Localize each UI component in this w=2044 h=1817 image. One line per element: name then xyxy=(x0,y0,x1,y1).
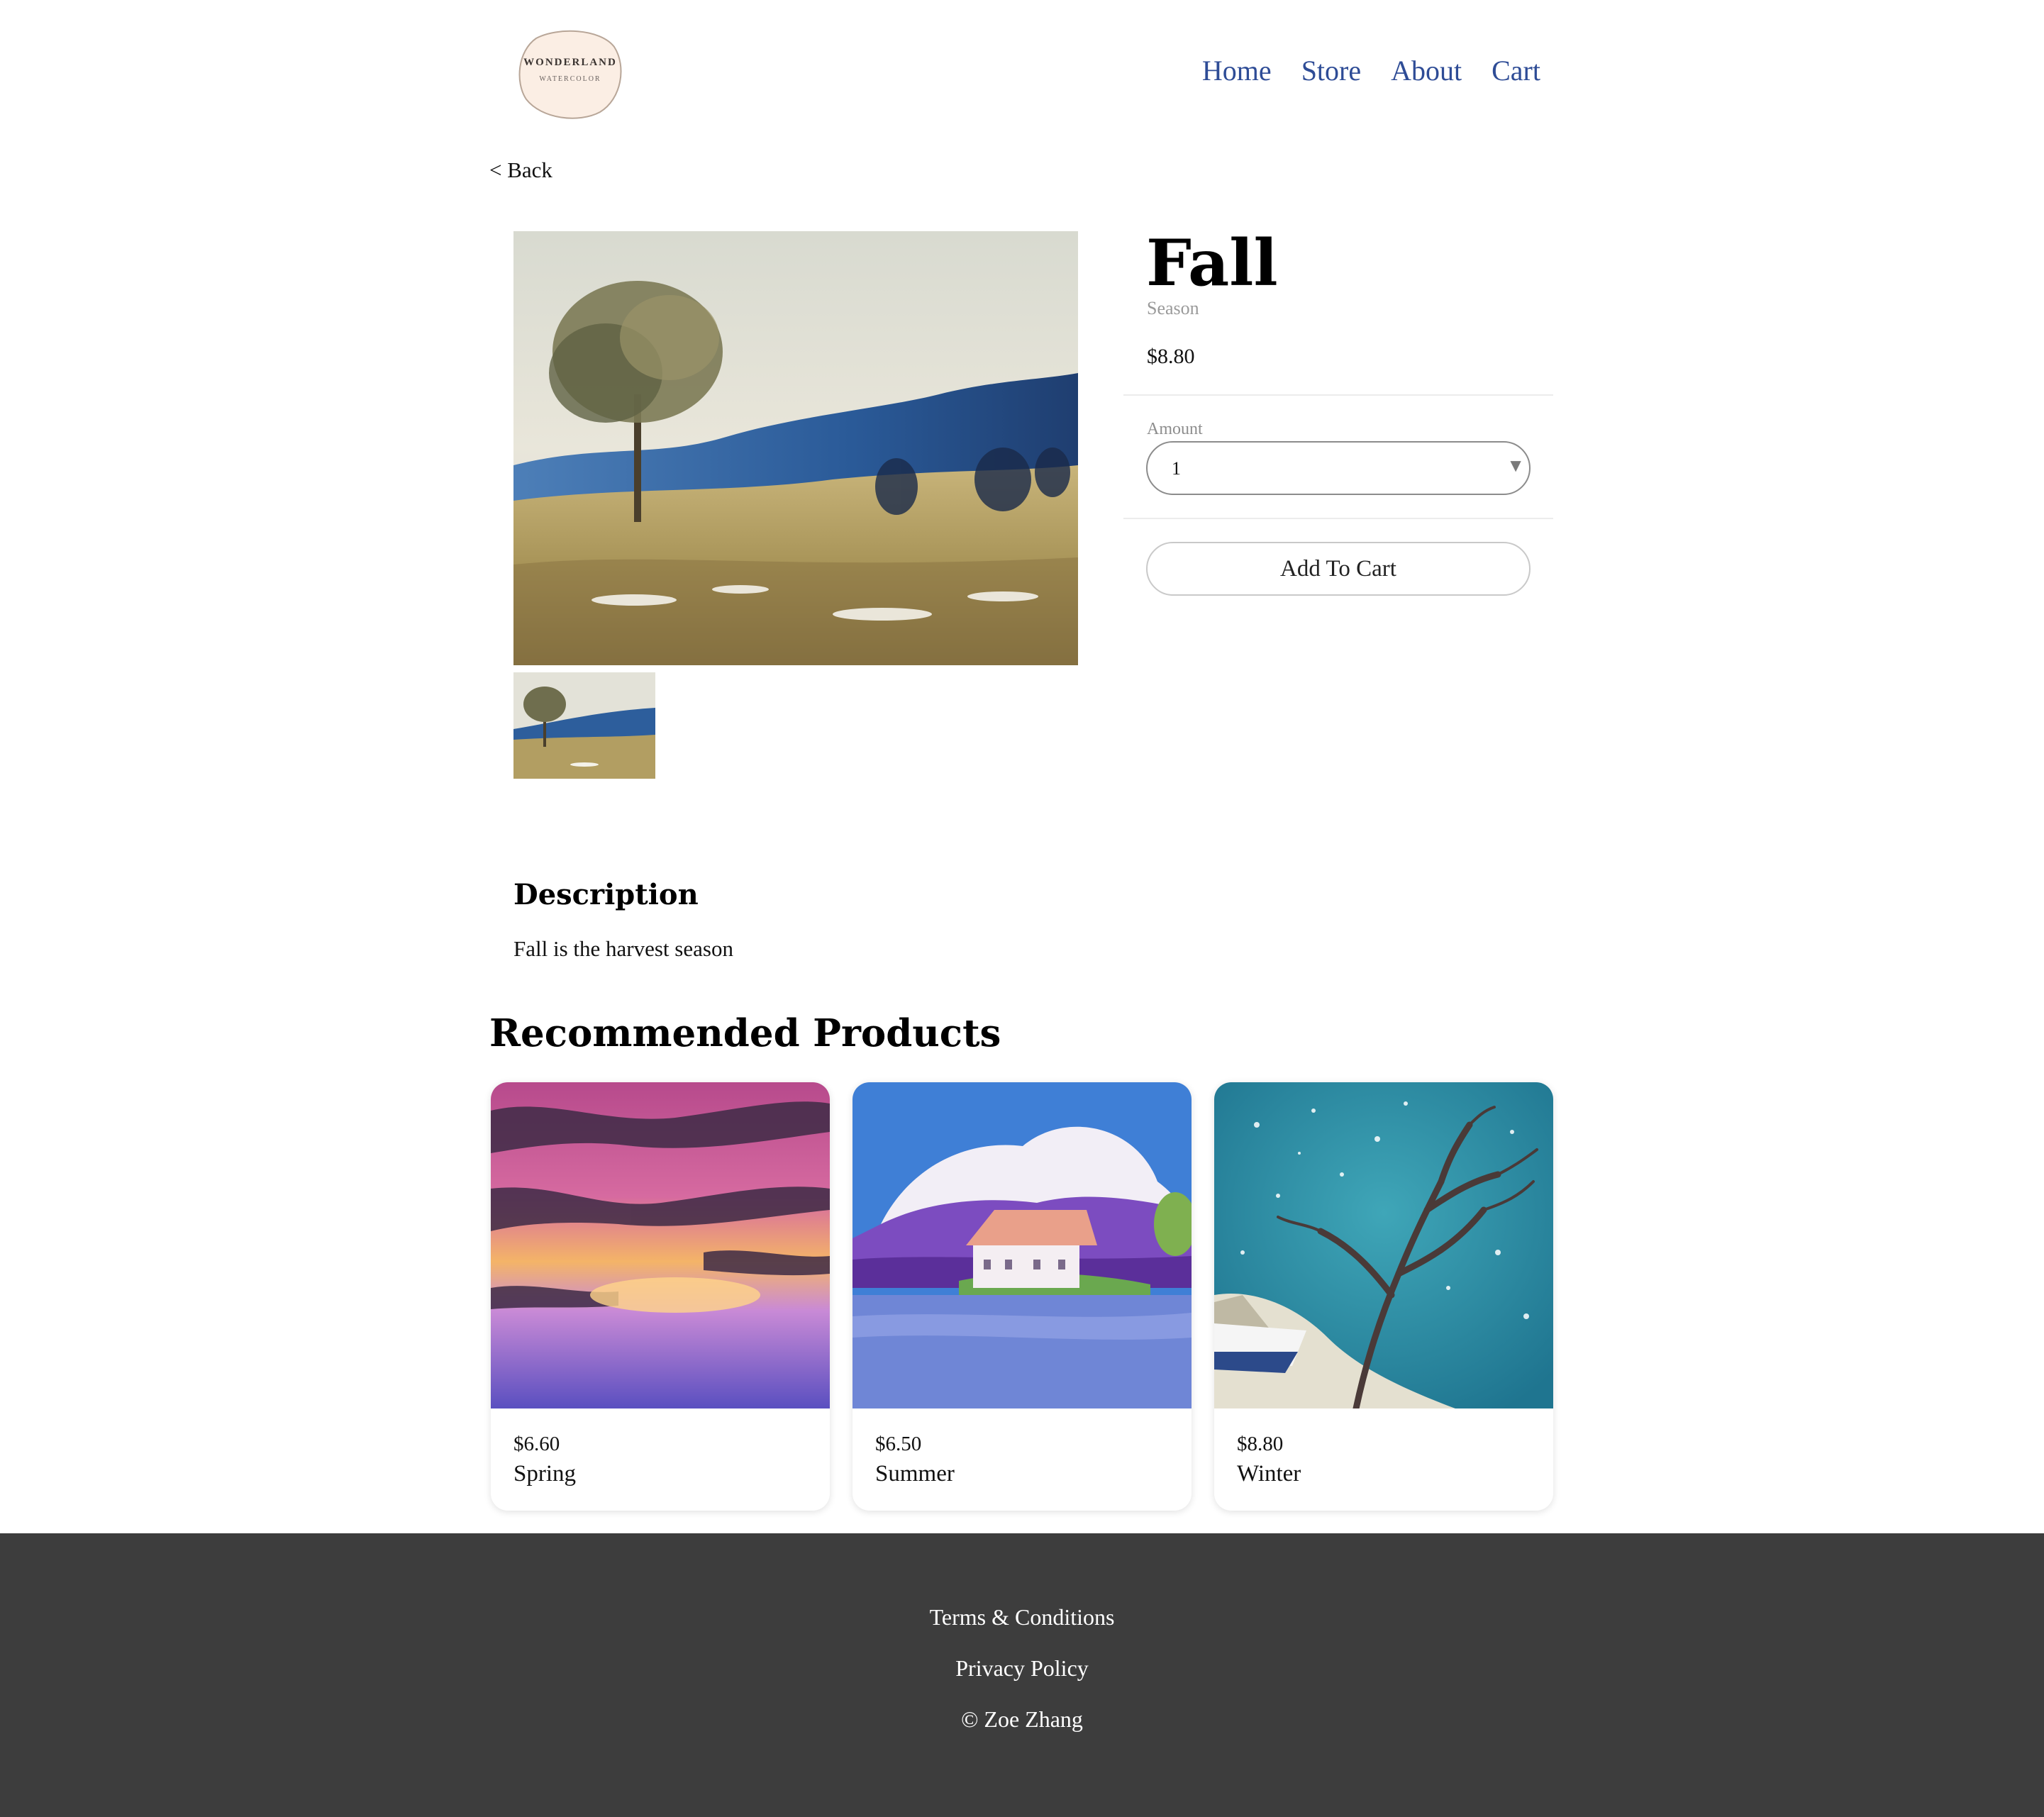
product-thumbnail[interactable] xyxy=(513,672,655,779)
product-card-name[interactable]: Spring xyxy=(513,1461,576,1487)
product-card-spring[interactable]: $6.60 Spring xyxy=(491,1082,830,1511)
chevron-down-icon: ▼ xyxy=(1506,455,1525,476)
add-to-cart-button[interactable]: Add To Cart xyxy=(1146,542,1531,596)
logo-title: WONDERLAND xyxy=(523,57,617,68)
copyright-text: © Zoe Zhang xyxy=(961,1706,1083,1732)
privacy-link[interactable]: Privacy Policy xyxy=(0,1655,2044,1682)
product-card-price: $6.50 xyxy=(875,1433,922,1455)
site-logo[interactable]: WONDERLAND WATERCOLOR xyxy=(515,26,626,123)
amount-select[interactable]: 1 ▼ xyxy=(1146,441,1531,495)
product-main-image xyxy=(513,231,1078,665)
nav-about[interactable]: About xyxy=(1391,54,1462,87)
product-card-price: $8.80 xyxy=(1237,1433,1284,1455)
product-card-image[interactable] xyxy=(852,1082,1192,1408)
product-card-price: $6.60 xyxy=(513,1433,560,1455)
back-link[interactable]: < Back xyxy=(489,157,552,183)
terms-link[interactable]: Terms & Conditions xyxy=(0,1604,2044,1630)
product-card-name[interactable]: Summer xyxy=(875,1461,955,1487)
logo-subtitle: WATERCOLOR xyxy=(539,75,601,83)
divider xyxy=(1123,394,1553,396)
nav-home[interactable]: Home xyxy=(1202,54,1272,87)
divider xyxy=(1123,518,1553,519)
nav-cart[interactable]: Cart xyxy=(1492,54,1540,87)
product-card-summer[interactable]: $6.50 Summer xyxy=(852,1082,1192,1511)
product-price: $8.80 xyxy=(1147,345,1195,368)
description-text: Fall is the harvest season xyxy=(513,936,733,961)
amount-value: 1 xyxy=(1172,458,1181,479)
footer: Terms & Conditions Privacy Policy © Zoe … xyxy=(0,1533,2044,1817)
product-title: Fall xyxy=(1146,226,1278,301)
amount-label: Amount xyxy=(1147,420,1203,438)
description-heading: Description xyxy=(513,878,699,911)
main-nav: Home Store About Cart xyxy=(1202,54,1540,87)
nav-store[interactable]: Store xyxy=(1301,54,1361,87)
recommended-heading: Recommended Products xyxy=(489,1011,1001,1055)
product-card-image[interactable] xyxy=(1214,1082,1553,1408)
product-card-name[interactable]: Winter xyxy=(1237,1461,1301,1487)
product-card-winter[interactable]: $8.80 Winter xyxy=(1214,1082,1553,1511)
product-card-image[interactable] xyxy=(491,1082,830,1408)
product-category: Season xyxy=(1147,298,1199,318)
